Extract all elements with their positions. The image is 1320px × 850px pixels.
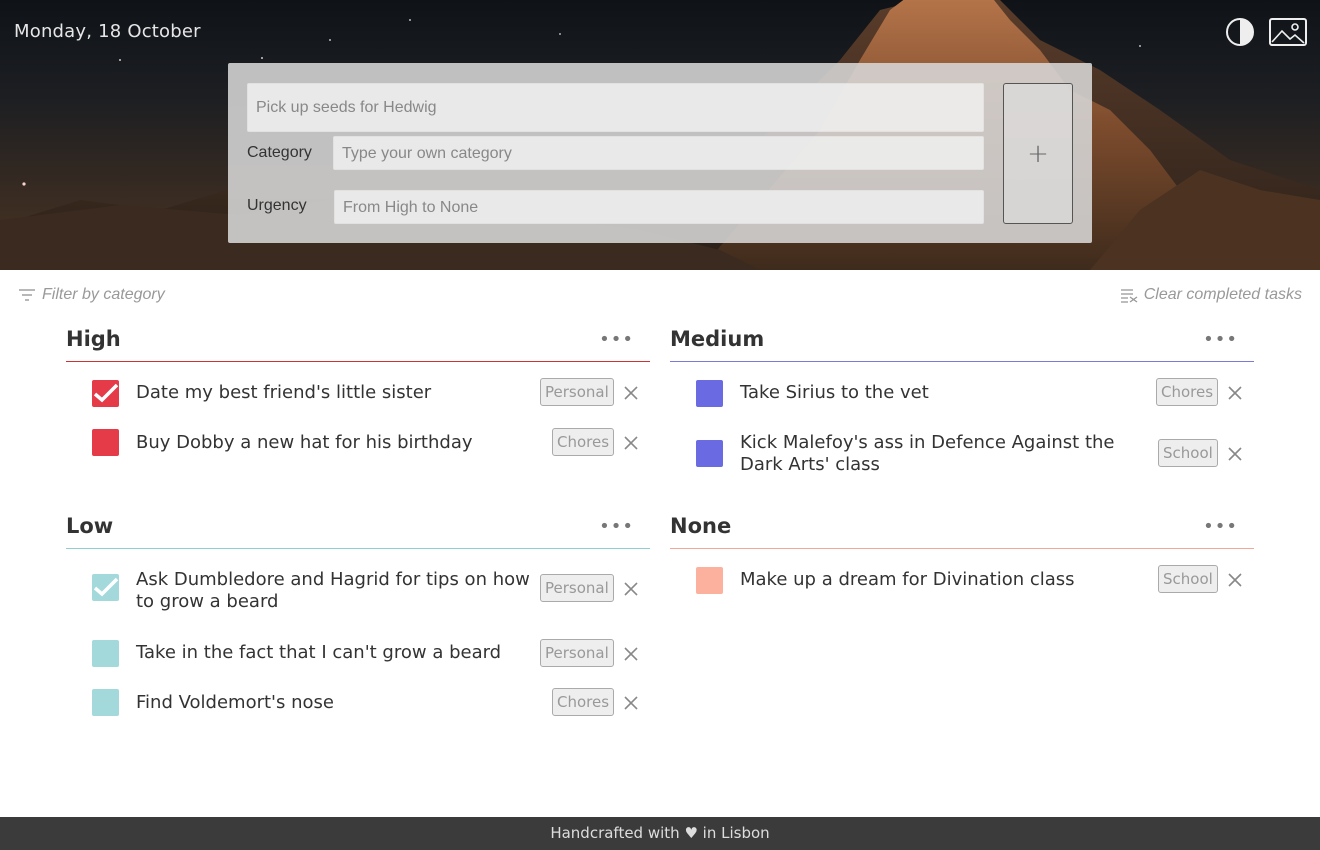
- task-checkbox[interactable]: [696, 380, 723, 407]
- task-category-tag[interactable]: Chores: [552, 428, 615, 456]
- group-high: High ••• Date my best friend's little si…: [66, 322, 650, 473]
- task-text: Take Sirius to the vet: [740, 382, 929, 403]
- task-text: Find Voldemort's nose: [136, 692, 334, 713]
- filter-by-category[interactable]: Filter by category: [18, 286, 165, 304]
- task-text: Ask Dumbledore and Hagrid for tips on ho…: [136, 569, 530, 612]
- task-category-tag[interactable]: Chores: [1156, 378, 1219, 406]
- close-icon[interactable]: [622, 434, 640, 452]
- task-item: Kick Malefoy's ass in Defence Against th…: [670, 424, 1254, 486]
- checkmark-icon: [93, 577, 119, 597]
- task-checkbox[interactable]: [92, 380, 119, 407]
- add-task-button[interactable]: +: [1003, 83, 1073, 224]
- task-item: Take in the fact that I can't grow a bea…: [66, 624, 650, 684]
- task-item: Take Sirius to the vet Chores: [670, 362, 1254, 424]
- task-category-tag[interactable]: Personal: [540, 639, 614, 667]
- task-text: Take in the fact that I can't grow a bea…: [136, 642, 502, 663]
- task-checkbox[interactable]: [696, 567, 723, 594]
- category-input[interactable]: Type your own category: [333, 136, 984, 170]
- task-text: Buy Dobby a new hat for his birthday: [136, 432, 473, 453]
- group-header: Low •••: [66, 509, 650, 549]
- task-category-tag[interactable]: School: [1158, 439, 1218, 467]
- task-item: Date my best friend's little sister Pers…: [66, 362, 650, 424]
- group-header: High •••: [66, 322, 650, 362]
- task-item: Find Voldemort's nose Chores: [66, 684, 650, 733]
- task-category-tag[interactable]: Personal: [540, 574, 614, 602]
- group-menu-icon[interactable]: •••: [1203, 331, 1238, 349]
- group-menu-icon[interactable]: •••: [599, 331, 634, 349]
- category-label: Category: [247, 144, 312, 161]
- task-category-tag[interactable]: Personal: [540, 378, 614, 406]
- change-background-button[interactable]: [1268, 16, 1307, 48]
- task-checkbox[interactable]: [92, 689, 119, 716]
- close-icon[interactable]: [622, 694, 640, 712]
- group-header: Medium •••: [670, 322, 1254, 362]
- group-header: None •••: [670, 509, 1254, 549]
- task-checkbox[interactable]: [92, 574, 119, 601]
- group-low: Low ••• Ask Dumbledore and Hagrid for ti…: [66, 509, 650, 733]
- task-checkbox[interactable]: [92, 640, 119, 667]
- image-icon: [1269, 18, 1307, 46]
- task-category-tag[interactable]: School: [1158, 565, 1218, 593]
- task-text: Make up a dream for Divination class: [740, 569, 1075, 590]
- footer-text: Handcrafted with ♥ in Lisbon: [550, 824, 770, 842]
- task-category-tag[interactable]: Chores: [552, 688, 615, 716]
- hero-banner: Monday, 18 October Pick up seeds for Hed…: [0, 0, 1320, 270]
- close-icon[interactable]: [622, 580, 640, 598]
- group-title: None: [670, 514, 732, 538]
- new-task-form: Pick up seeds for Hedwig Category Type y…: [228, 63, 1092, 243]
- task-checkbox[interactable]: [92, 429, 119, 456]
- plus-icon: +: [1027, 138, 1049, 169]
- footer: Handcrafted with ♥ in Lisbon: [0, 817, 1320, 850]
- close-icon[interactable]: [1226, 445, 1244, 463]
- filter-label: Filter by category: [42, 286, 165, 303]
- clear-label: Clear completed tasks: [1143, 286, 1302, 303]
- task-item: Make up a dream for Divination class Sch…: [670, 549, 1254, 611]
- filter-icon: [19, 289, 35, 301]
- close-icon[interactable]: [622, 384, 640, 402]
- contrast-toggle-button[interactable]: [1222, 16, 1258, 48]
- task-checkbox[interactable]: [696, 440, 723, 467]
- close-icon[interactable]: [1226, 384, 1244, 402]
- task-item: Ask Dumbledore and Hagrid for tips on ho…: [66, 549, 650, 624]
- task-text: Kick Malefoy's ass in Defence Against th…: [740, 432, 1115, 475]
- group-none: None ••• Make up a dream for Divination …: [670, 509, 1254, 611]
- task-item: Buy Dobby a new hat for his birthday Cho…: [66, 424, 650, 473]
- group-title: High: [66, 327, 121, 351]
- checkmark-icon: [93, 383, 119, 403]
- task-text: Date my best friend's little sister: [136, 382, 432, 403]
- close-icon[interactable]: [1226, 571, 1244, 589]
- urgency-label: Urgency: [247, 197, 307, 214]
- group-title: Medium: [670, 327, 765, 351]
- contrast-icon: [1226, 18, 1254, 46]
- group-menu-icon[interactable]: •••: [1203, 518, 1238, 536]
- close-icon[interactable]: [622, 645, 640, 663]
- clear-list-icon: [1120, 289, 1138, 303]
- group-medium: Medium ••• Take Sirius to the vet Chores…: [670, 322, 1254, 486]
- group-title: Low: [66, 514, 114, 538]
- clear-completed-button[interactable]: Clear completed tasks: [1120, 286, 1302, 304]
- current-date: Monday, 18 October: [14, 21, 201, 42]
- task-input[interactable]: Pick up seeds for Hedwig: [247, 83, 984, 132]
- group-menu-icon[interactable]: •••: [599, 518, 634, 536]
- urgency-select[interactable]: From High to None: [334, 190, 984, 224]
